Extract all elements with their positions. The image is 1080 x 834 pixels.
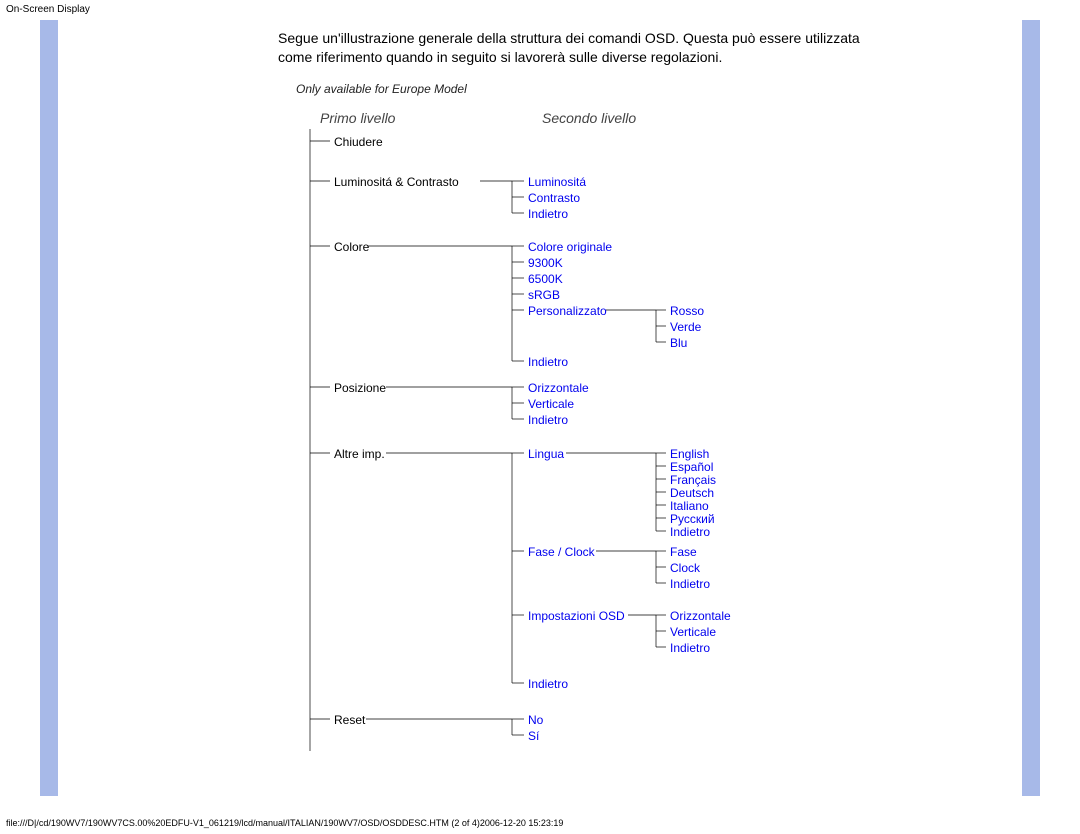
l2-imposd: Impostazioni OSD [528, 608, 625, 624]
l3-orizz-osd: Orizzontale [670, 608, 731, 624]
l2-6500k: 6500K [528, 271, 563, 287]
l3-fase: Fase [670, 544, 697, 560]
l3-verde: Verde [670, 319, 701, 335]
l2-no: No [528, 712, 543, 728]
l2-contrasto: Contrasto [528, 190, 580, 206]
right-margin-bar [1022, 20, 1040, 796]
l2-indietro3: Indietro [528, 412, 568, 428]
l1-chiudere: Chiudere [334, 134, 383, 150]
l2-srgb: sRGB [528, 287, 560, 303]
l3-blu: Blu [670, 335, 687, 351]
l2-indietro1: Indietro [528, 206, 568, 222]
l3-indietro-osd: Indietro [670, 640, 710, 656]
l1-altre: Altre imp. [334, 446, 385, 462]
l1-colore: Colore [334, 239, 369, 255]
l2-orizzontale: Orizzontale [528, 380, 589, 396]
l1-posizione: Posizione [334, 380, 386, 396]
page-header: On-Screen Display [0, 0, 1080, 19]
level2-header: Secondo livello [542, 109, 636, 128]
l2-lingua: Lingua [528, 446, 564, 462]
l2-indietro4: Indietro [528, 676, 568, 692]
l3-rosso: Rosso [670, 303, 704, 319]
l2-9300k: 9300K [528, 255, 563, 271]
level1-header: Primo livello [320, 109, 395, 128]
left-margin-bar [40, 20, 58, 796]
page-footer-path: file:///D|/cd/190WV7/190WV7CS.00%20EDFU-… [6, 818, 1066, 828]
l2-colore-orig: Colore originale [528, 239, 612, 255]
document-content: Segue un'illustrazione generale della st… [240, 19, 1020, 761]
diagram-title: Only available for Europe Model [296, 81, 467, 97]
l2-faseclock: Fase / Clock [528, 544, 595, 560]
l2-verticale: Verticale [528, 396, 574, 412]
l1-lumcon: Luminositá & Contrasto [334, 174, 459, 190]
l3-clock: Clock [670, 560, 700, 576]
intro-paragraph: Segue un'illustrazione generale della st… [278, 29, 870, 67]
l3-vert-osd: Verticale [670, 624, 716, 640]
l3-indietro-fase: Indietro [670, 576, 710, 592]
l3-indietro-lang: Indietro [670, 524, 710, 540]
osd-tree-diagram: Only available for Europe Model Primo li… [240, 81, 1020, 761]
l2-personalizzato: Personalizzato [528, 303, 607, 319]
l1-reset: Reset [334, 712, 365, 728]
l2-si: Sí [528, 728, 539, 744]
l2-luminosita: Luminositá [528, 174, 586, 190]
l2-indietro2: Indietro [528, 354, 568, 370]
